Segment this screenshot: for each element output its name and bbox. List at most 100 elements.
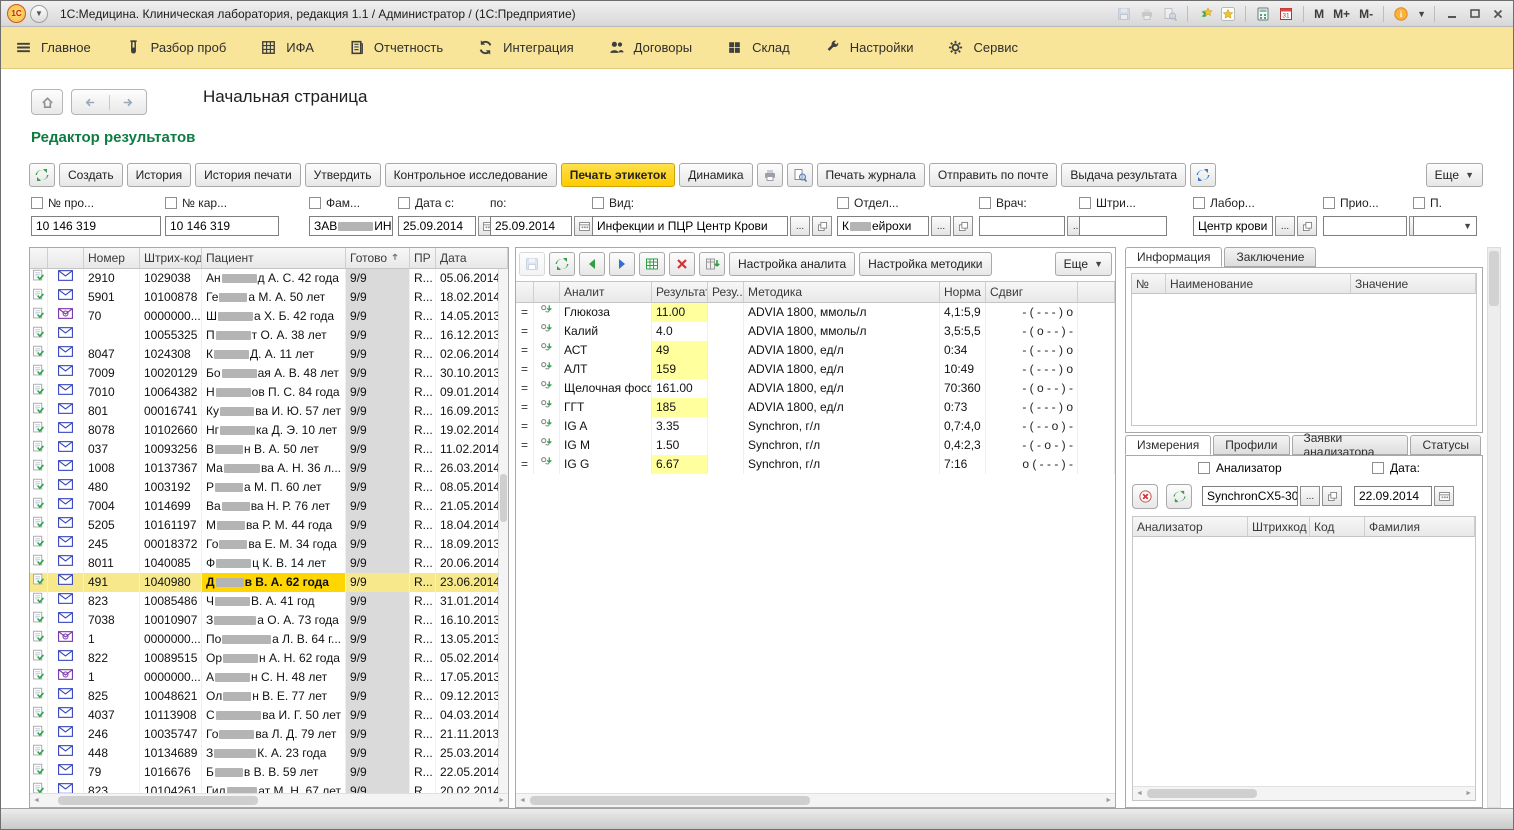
exchange-button[interactable] bbox=[1190, 163, 1216, 187]
chevron-down-icon[interactable]: ▼ bbox=[1417, 9, 1426, 19]
shtri-input[interactable] bbox=[1079, 216, 1167, 236]
refresh-button[interactable] bbox=[29, 163, 55, 187]
column-header[interactable]: Наименование bbox=[1166, 274, 1351, 294]
column-header[interactable]: Резу... bbox=[708, 282, 744, 303]
method-settings-button[interactable]: Настройка методики bbox=[859, 252, 991, 276]
column-header[interactable] bbox=[1078, 282, 1115, 303]
calendar-picker-icon[interactable] bbox=[574, 216, 594, 236]
result-row[interactable]: =АЛТ159ADVIA 1800, ед/л10:49- ( - - - ) … bbox=[516, 360, 1115, 379]
send-email-button[interactable]: Отправить по почте bbox=[929, 163, 1058, 187]
favorites-icon[interactable] bbox=[1219, 5, 1237, 23]
result-row[interactable]: =IG G6.67Synchron, г/л7:16o ( - - - ) - bbox=[516, 455, 1115, 474]
column-header[interactable]: Фамилия bbox=[1365, 517, 1475, 537]
save-icon[interactable] bbox=[1115, 5, 1133, 23]
patient-row[interactable]: 80100016741Кува И. Ю. 57 лет9/9R...16.09… bbox=[30, 402, 508, 421]
patient-row[interactable]: 70041014699Вава Н. Р. 76 лет9/9R...21.05… bbox=[30, 497, 508, 516]
patient-row[interactable]: 29101029038Анд А. С. 42 года9/9R...05.06… bbox=[30, 269, 508, 288]
column-header[interactable]: Значение bbox=[1351, 274, 1476, 294]
patient-row[interactable]: 4801003192Ра М. П. 60 лет9/9R...08.05.20… bbox=[30, 478, 508, 497]
export-button[interactable] bbox=[699, 252, 725, 276]
save-button[interactable] bbox=[519, 252, 545, 276]
calculator-icon[interactable] bbox=[1254, 5, 1272, 23]
patient-row[interactable]: 520510161197Мва Р. М. 44 года9/9R...18.0… bbox=[30, 516, 508, 535]
patient-row[interactable]: 44810134689З К. А. 23 года9/9R...25.03.2… bbox=[30, 744, 508, 763]
date-to-input[interactable]: 25.09.2014 bbox=[490, 216, 572, 236]
column-header[interactable]: Штрих-код bbox=[140, 248, 202, 269]
patient-row[interactable]: 10000000...Ан С. Н. 48 лет9/9R...17.05.2… bbox=[30, 668, 508, 687]
patient-row[interactable]: 703810010907За О. А. 73 года9/9R...16.10… bbox=[30, 611, 508, 630]
column-header[interactable]: Методика bbox=[744, 282, 940, 303]
shtri-checkbox[interactable] bbox=[1079, 197, 1091, 209]
column-header[interactable]: Аналит bbox=[560, 282, 652, 303]
patient-row[interactable]: 700000000...Ша Х. Б. 42 года9/9R...14.05… bbox=[30, 307, 508, 326]
menu-item-reporting[interactable]: Отчетность bbox=[348, 39, 443, 56]
ellipsis-button[interactable]: ... bbox=[790, 216, 810, 236]
open-button[interactable] bbox=[1297, 216, 1317, 236]
menu-item-sample-sorting[interactable]: Разбор проб bbox=[125, 39, 227, 56]
patient-row[interactable]: 10055325Пт О. А. 38 лет9/9R...16.12.2013 bbox=[30, 326, 508, 345]
ellipsis-button[interactable]: ... bbox=[1300, 486, 1320, 506]
patients-horizontal-scrollbar[interactable]: ◄ ► bbox=[30, 793, 508, 807]
more-button[interactable]: Еще▼ bbox=[1426, 163, 1483, 187]
num-pro-input[interactable]: 10 146 319 bbox=[31, 216, 161, 236]
p-select[interactable]: ▼ bbox=[1413, 216, 1477, 236]
patient-row[interactable]: 82510048621Олн В. Е. 77 лет9/9R...09.12.… bbox=[30, 687, 508, 706]
patient-row[interactable]: 807810102660Нгка Д. Э. 10 лет9/9R...19.0… bbox=[30, 421, 508, 440]
column-header[interactable]: Дата bbox=[436, 248, 508, 269]
column-header[interactable] bbox=[516, 282, 534, 303]
result-row[interactable]: =Калий4.0ADVIA 1800, ммоль/л3,5:5,5- ( o… bbox=[516, 322, 1115, 341]
patient-row[interactable]: 10000000...Поа Л. В. 64 г...9/9R...13.05… bbox=[30, 630, 508, 649]
info-tab[interactable]: Заключение bbox=[1224, 247, 1316, 267]
forward-button[interactable] bbox=[109, 95, 147, 110]
create-button[interactable]: Создать bbox=[59, 163, 123, 187]
titlebar-menu-button[interactable]: ▼ bbox=[30, 5, 48, 23]
patient-row[interactable]: 4911040980Дв В. А. 62 года9/9R...23.06.2… bbox=[30, 573, 508, 592]
scroll-left-icon[interactable]: ◄ bbox=[519, 797, 526, 804]
column-header[interactable]: Результат bbox=[652, 282, 708, 303]
print-history-button[interactable]: История печати bbox=[195, 163, 301, 187]
date-from-input[interactable]: 25.09.2014 bbox=[398, 216, 476, 236]
patient-row[interactable]: 403710113908Сва И. Г. 50 лет9/9R...04.03… bbox=[30, 706, 508, 725]
patients-vertical-scrollbar[interactable] bbox=[498, 269, 508, 794]
num-pro-checkbox[interactable] bbox=[31, 197, 43, 209]
labor-checkbox[interactable] bbox=[1193, 197, 1205, 209]
patient-row[interactable]: 82210089515Орн А. Н. 62 года9/9R...05.02… bbox=[30, 649, 508, 668]
num-kar-checkbox[interactable] bbox=[165, 197, 177, 209]
patient-row[interactable]: 24610035747Гова Л. Д. 79 лет9/9R...21.11… bbox=[30, 725, 508, 744]
column-header[interactable] bbox=[30, 248, 48, 269]
patient-row[interactable]: 701010064382Нов П. С. 84 года9/9R...09.0… bbox=[30, 383, 508, 402]
result-row[interactable]: =Глюкоза11.00ADVIA 1800, ммоль/л4,1:5,9-… bbox=[516, 303, 1115, 322]
date-checkbox[interactable] bbox=[1372, 462, 1384, 474]
column-header[interactable]: Анализатор bbox=[1133, 517, 1248, 537]
menu-item-settings[interactable]: Настройки bbox=[824, 39, 914, 56]
measurements-horizontal-scrollbar[interactable]: ◄ ► bbox=[1133, 786, 1475, 800]
menu-item-integration[interactable]: Интеграция bbox=[477, 39, 574, 56]
scroll-left-icon[interactable]: ◄ bbox=[33, 797, 40, 804]
column-header[interactable] bbox=[534, 282, 560, 303]
vid-checkbox[interactable] bbox=[592, 197, 604, 209]
menu-item-warehouse[interactable]: Склад bbox=[726, 39, 790, 56]
column-header[interactable]: Номер bbox=[84, 248, 140, 269]
prio-input[interactable] bbox=[1323, 216, 1407, 236]
column-header[interactable]: Код bbox=[1310, 517, 1365, 537]
measurements-tab[interactable]: Статусы bbox=[1410, 435, 1481, 455]
results-more-button[interactable]: Еще▼ bbox=[1055, 252, 1112, 276]
delete-button[interactable] bbox=[669, 252, 695, 276]
column-header[interactable] bbox=[48, 248, 84, 269]
patient-row[interactable]: 791016676Бв В. В. 59 лет9/9R...22.05.201… bbox=[30, 763, 508, 782]
analyzer-checkbox[interactable] bbox=[1198, 462, 1210, 474]
print-preview-icon[interactable] bbox=[1161, 5, 1179, 23]
column-header[interactable]: Пациент bbox=[202, 248, 346, 269]
refresh-button[interactable] bbox=[549, 252, 575, 276]
date-from-checkbox[interactable] bbox=[398, 197, 410, 209]
patient-row[interactable]: 82310085486Ч В. А. 41 год9/9R...31.01.20… bbox=[30, 592, 508, 611]
analyte-settings-button[interactable]: Настройка аналита bbox=[729, 252, 855, 276]
memory-plus-button[interactable]: M+ bbox=[1331, 7, 1352, 21]
measurements-tab[interactable]: Измерения bbox=[1125, 435, 1211, 455]
results-horizontal-scrollbar[interactable]: ◄ ► bbox=[516, 793, 1115, 807]
issue-result-button[interactable]: Выдача результата bbox=[1061, 163, 1186, 187]
num-kar-input[interactable]: 10 146 319 bbox=[165, 216, 279, 236]
column-header[interactable]: ПР bbox=[410, 248, 436, 269]
vid-input[interactable]: Инфекции и ПЦР Центр Крови bbox=[592, 216, 788, 236]
scroll-left-icon[interactable]: ◄ bbox=[1136, 790, 1143, 797]
